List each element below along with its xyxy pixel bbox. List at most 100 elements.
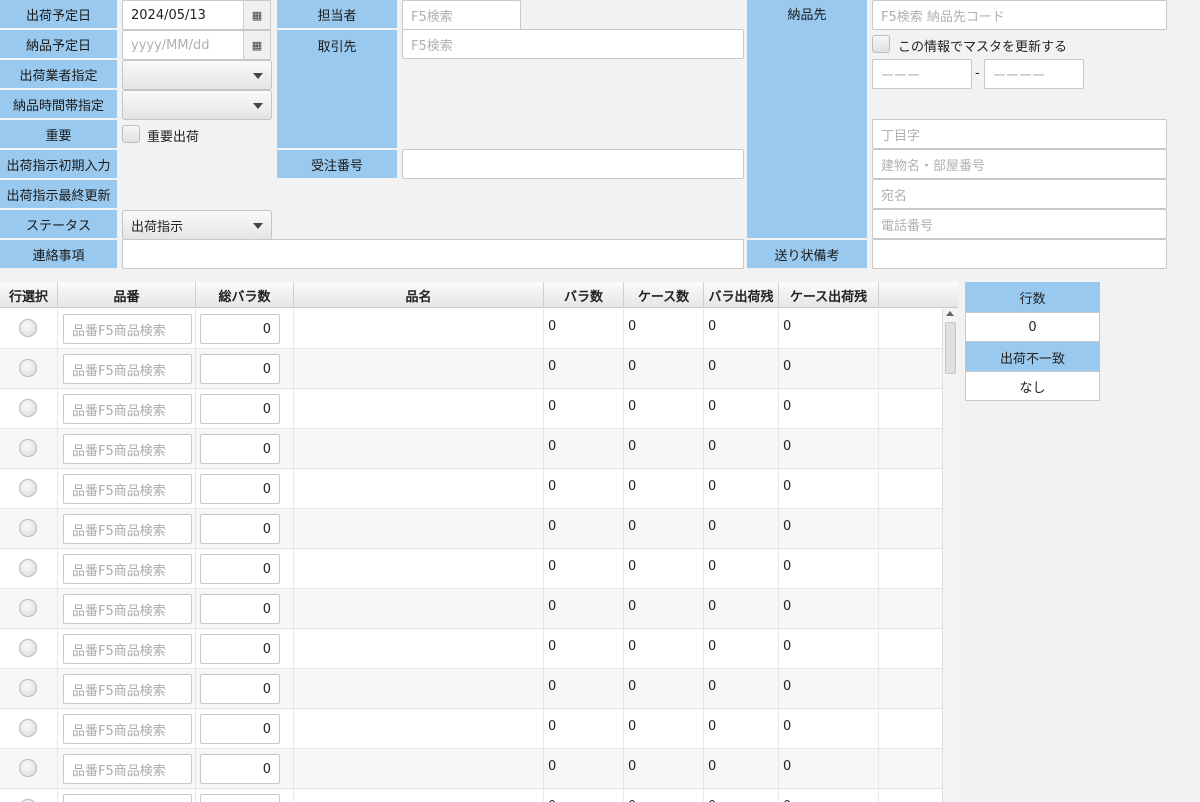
col-header-case[interactable]: ケース数	[624, 282, 704, 308]
row-select-radio[interactable]	[19, 719, 37, 737]
timeslot-select[interactable]	[122, 90, 272, 120]
col-header-code[interactable]: 品番	[58, 282, 196, 308]
total-bara-input[interactable]: 0	[200, 314, 280, 344]
cell-divider	[623, 509, 624, 549]
total-bara-input[interactable]: 0	[200, 354, 280, 384]
col-header-name[interactable]: 品名	[294, 282, 544, 308]
dest-input[interactable]: F5検索 納品先コード	[872, 0, 1167, 30]
calendar-icon[interactable]: ▦	[243, 30, 271, 60]
row-select-radio[interactable]	[19, 359, 37, 377]
staff-input[interactable]: F5検索	[402, 0, 521, 30]
cell-divider	[293, 749, 294, 789]
cell-divider	[878, 789, 879, 802]
cell-divider	[778, 789, 779, 802]
total-bara-input[interactable]: 0	[200, 514, 280, 544]
cell-divider	[778, 549, 779, 589]
item-code-input[interactable]: 品番F5商品検索	[63, 434, 192, 464]
total-bara-input[interactable]: 0	[200, 474, 280, 504]
order-no-input[interactable]	[402, 149, 744, 179]
total-bara-input[interactable]: 0	[200, 594, 280, 624]
vertical-scrollbar[interactable]	[942, 308, 958, 802]
total-bara-input[interactable]: 0	[200, 554, 280, 584]
row-select-radio[interactable]	[19, 519, 37, 537]
total-bara-input[interactable]: 0	[200, 714, 280, 744]
total-bara-input[interactable]: 0	[200, 394, 280, 424]
row-select-radio[interactable]	[19, 599, 37, 617]
ship-date-input[interactable]: 2024/05/13	[122, 0, 244, 30]
table-row: 品番F5商品検索 0 0 0 0 0	[0, 749, 942, 789]
item-code-input[interactable]: 品番F5商品検索	[63, 474, 192, 504]
cell-divider	[543, 309, 544, 349]
scrollbar-thumb[interactable]	[945, 322, 956, 374]
cell-divider	[703, 709, 704, 749]
cell-divider	[293, 549, 294, 589]
cell-divider	[703, 469, 704, 509]
case-remaining-value: 0	[783, 759, 792, 774]
row-select-radio[interactable]	[19, 759, 37, 777]
scroll-up-icon[interactable]	[946, 311, 954, 316]
update-master-label: この情報でマスタを更新する	[898, 40, 1068, 55]
col-header-bara-remaining[interactable]: バラ出荷残	[704, 282, 779, 308]
item-code-input[interactable]: 品番F5商品検索	[63, 594, 192, 624]
col-header-case-remaining[interactable]: ケース出荷残	[779, 282, 879, 308]
row-select-radio[interactable]	[19, 479, 37, 497]
row-select-radio[interactable]	[19, 399, 37, 417]
zip1-input[interactable]: ーーー	[872, 59, 972, 89]
bara-value: 0	[548, 479, 557, 494]
row-select-radio[interactable]	[19, 559, 37, 577]
items-grid: 行選択 品番 総バラ数 品名 バラ数 ケース数 バラ出荷残 ケース出荷残 品番F…	[0, 282, 958, 802]
total-bara-input[interactable]: 0	[200, 754, 280, 784]
mismatch-label: 出荷不一致	[965, 342, 1100, 372]
bara-value: 0	[548, 759, 557, 774]
col-header-total[interactable]: 総バラ数	[196, 282, 294, 308]
case-value: 0	[628, 359, 637, 374]
item-code-input[interactable]: 品番F5商品検索	[63, 314, 192, 344]
block-input[interactable]: 丁目字	[872, 119, 1167, 149]
deliver-date-label: 納品予定日	[0, 30, 117, 58]
total-bara-input[interactable]: 0	[200, 434, 280, 464]
item-code-input[interactable]: 品番F5商品検索	[63, 634, 192, 664]
item-code-input[interactable]: 品番F5商品検索	[63, 514, 192, 544]
building-input[interactable]: 建物名・部屋番号	[872, 149, 1167, 179]
item-code-input[interactable]: 品番F5商品検索	[63, 794, 192, 802]
case-remaining-value: 0	[783, 599, 792, 614]
calendar-icon[interactable]: ▦	[243, 0, 271, 30]
case-value: 0	[628, 559, 637, 574]
slip-note-input[interactable]	[872, 239, 1167, 269]
total-bara-input[interactable]: 0	[200, 674, 280, 704]
bara-remaining-value: 0	[708, 479, 717, 494]
deliver-date-input[interactable]: yyyy/MM/dd	[122, 30, 244, 60]
contact-input[interactable]	[122, 239, 744, 269]
row-select-radio[interactable]	[19, 639, 37, 657]
zip2-input[interactable]: ーーーー	[984, 59, 1084, 89]
cell-divider	[878, 309, 879, 349]
update-master-checkbox[interactable]	[872, 35, 890, 53]
client-input[interactable]: F5検索	[402, 29, 744, 59]
important-checkbox[interactable]	[122, 125, 140, 143]
cell-divider	[878, 629, 879, 669]
col-header-select[interactable]: 行選択	[0, 282, 58, 308]
case-remaining-value: 0	[783, 439, 792, 454]
item-code-input[interactable]: 品番F5商品検索	[63, 394, 192, 424]
col-header-bara[interactable]: バラ数	[544, 282, 624, 308]
cell-divider	[293, 789, 294, 802]
cell-divider	[623, 389, 624, 429]
cell-divider	[543, 629, 544, 669]
item-code-input[interactable]: 品番F5商品検索	[63, 754, 192, 784]
total-bara-input[interactable]: 0	[200, 794, 280, 802]
row-select-radio[interactable]	[19, 679, 37, 697]
item-code-input[interactable]: 品番F5商品検索	[63, 554, 192, 584]
bara-remaining-value: 0	[708, 679, 717, 694]
item-code-input[interactable]: 品番F5商品検索	[63, 674, 192, 704]
item-code-input[interactable]: 品番F5商品検索	[63, 714, 192, 744]
bara-remaining-value: 0	[708, 599, 717, 614]
item-code-input[interactable]: 品番F5商品検索	[63, 354, 192, 384]
row-select-radio[interactable]	[19, 319, 37, 337]
total-bara-input[interactable]: 0	[200, 634, 280, 664]
phone-input[interactable]: 電話番号	[872, 209, 1167, 239]
status-select[interactable]: 出荷指示	[122, 210, 272, 240]
cell-divider	[195, 509, 196, 549]
row-select-radio[interactable]	[19, 439, 37, 457]
carrier-select[interactable]	[122, 60, 272, 90]
addressee-input[interactable]: 宛名	[872, 179, 1167, 209]
